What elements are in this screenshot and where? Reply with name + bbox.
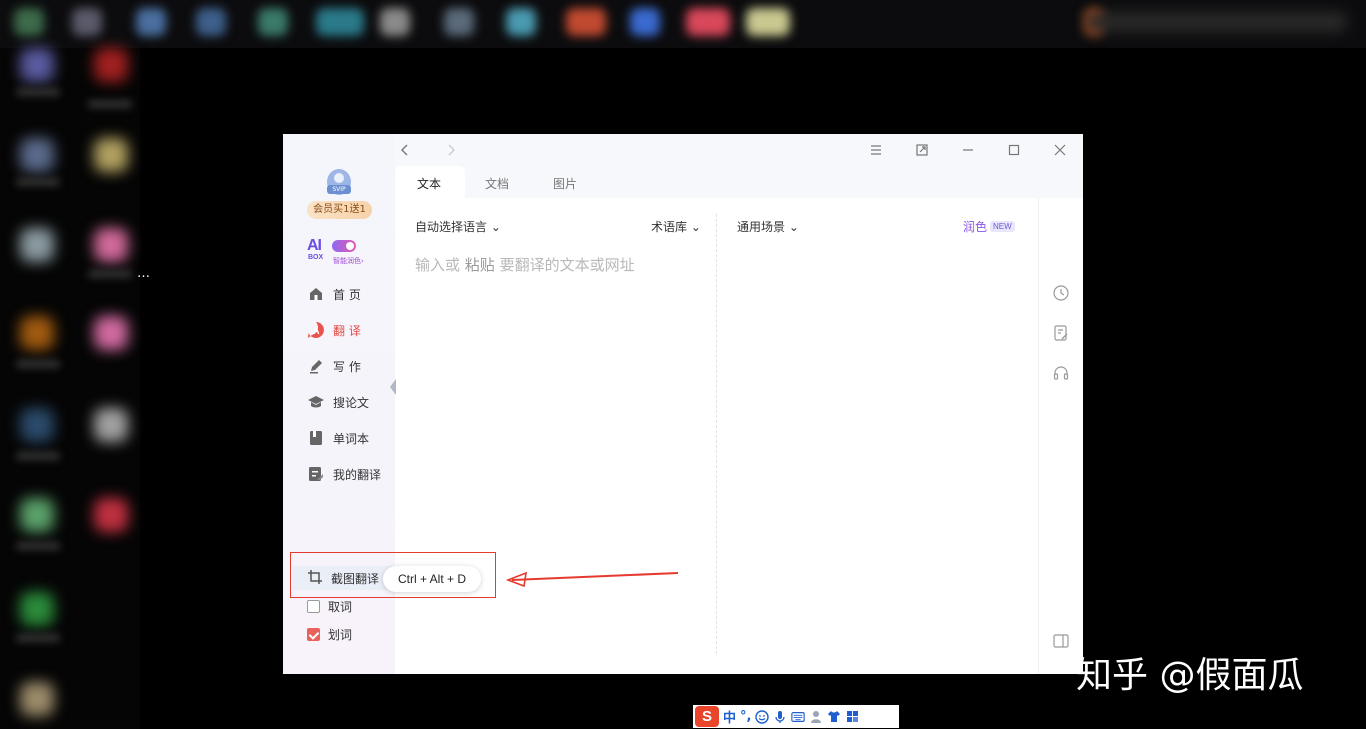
desktop-label-fragment: … (137, 266, 150, 281)
ime-toolbar: S 中 °, (693, 705, 899, 728)
annotation-arrow-icon (505, 571, 679, 588)
watermark: 知乎 @假面瓜 (1076, 655, 1304, 696)
ime-punctuation-toggle[interactable]: °, (740, 709, 751, 724)
emoji-icon[interactable] (755, 709, 770, 724)
toolbox-grid-icon[interactable] (845, 710, 859, 724)
sogou-logo[interactable]: S (695, 706, 719, 727)
microphone-icon[interactable] (773, 710, 787, 724)
ime-mode-toggle[interactable]: 中 (723, 707, 736, 726)
skin-shirt-icon[interactable] (827, 710, 841, 724)
keyboard-icon[interactable] (791, 710, 806, 724)
user-icon[interactable] (809, 710, 823, 724)
